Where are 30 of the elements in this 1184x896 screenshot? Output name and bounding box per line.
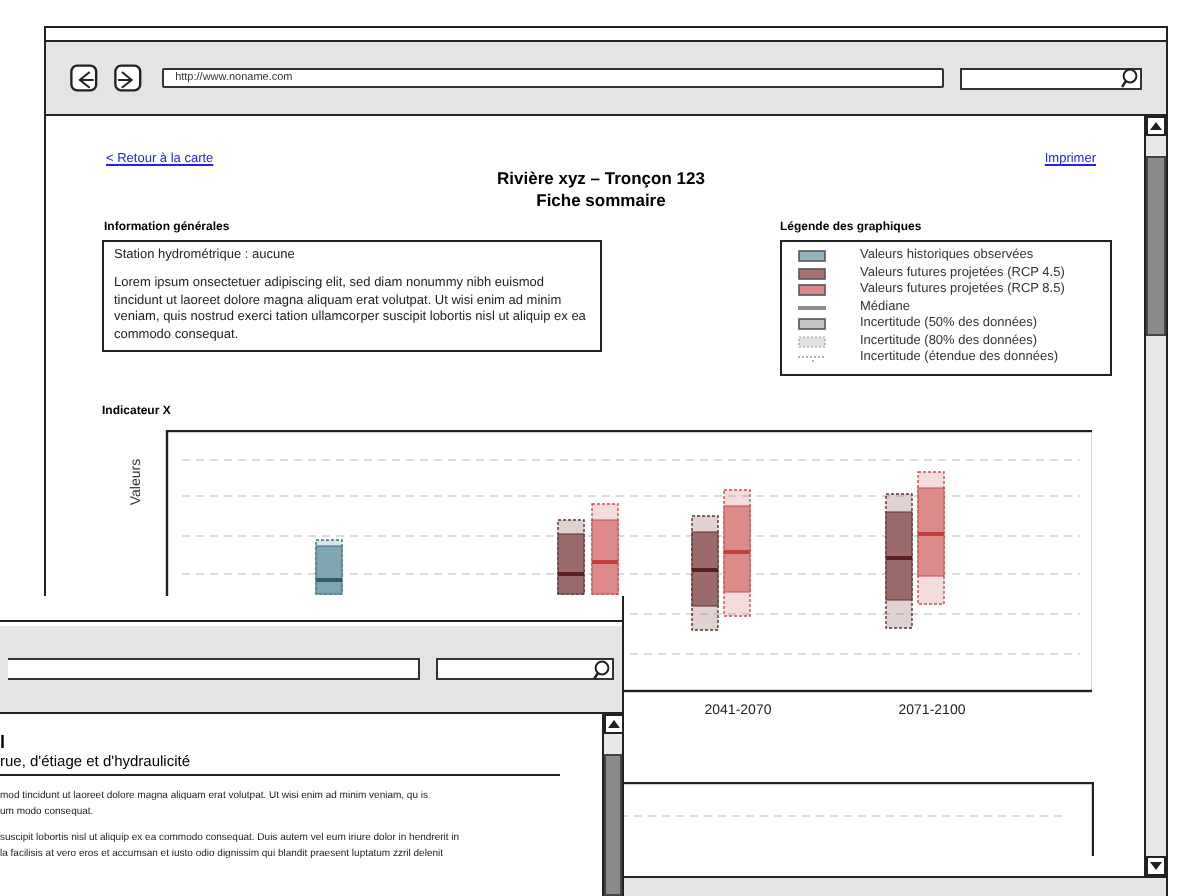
forward-button[interactable] — [113, 64, 142, 92]
legend-swatch — [798, 318, 826, 331]
legend-swatch — [798, 305, 826, 310]
scrollbar[interactable] — [1144, 116, 1166, 876]
legend-swatch — [798, 250, 826, 263]
legend-swatch — [798, 267, 826, 280]
scroll-up-button[interactable] — [1146, 116, 1166, 136]
range-bar — [591, 502, 619, 594]
legend-swatch — [798, 284, 826, 297]
range-bar — [691, 514, 719, 630]
scrollbar[interactable] — [602, 714, 622, 896]
range-bar — [917, 470, 945, 604]
search-icon — [592, 659, 610, 679]
range-bar — [885, 492, 913, 628]
legend-swatch — [798, 335, 826, 348]
range-bar — [557, 518, 585, 594]
search-field[interactable] — [960, 67, 1143, 89]
page-heading: l — [0, 732, 8, 752]
scroll-up-button[interactable] — [604, 714, 624, 734]
back-button[interactable] — [70, 64, 98, 92]
search-icon — [1120, 68, 1139, 88]
range-bar — [723, 488, 751, 616]
search-field[interactable] — [436, 658, 614, 680]
address-field[interactable] — [8, 658, 420, 680]
range-bar — [315, 538, 343, 594]
scrollbar-thumb[interactable] — [1146, 156, 1166, 336]
scrollbar-thumb[interactable] — [604, 754, 622, 896]
scroll-down-button[interactable] — [1146, 856, 1166, 876]
page-subtitle: Fiche sommaire — [536, 190, 666, 212]
page-title: Rivière xyz – Tronçon 123 — [497, 168, 705, 190]
